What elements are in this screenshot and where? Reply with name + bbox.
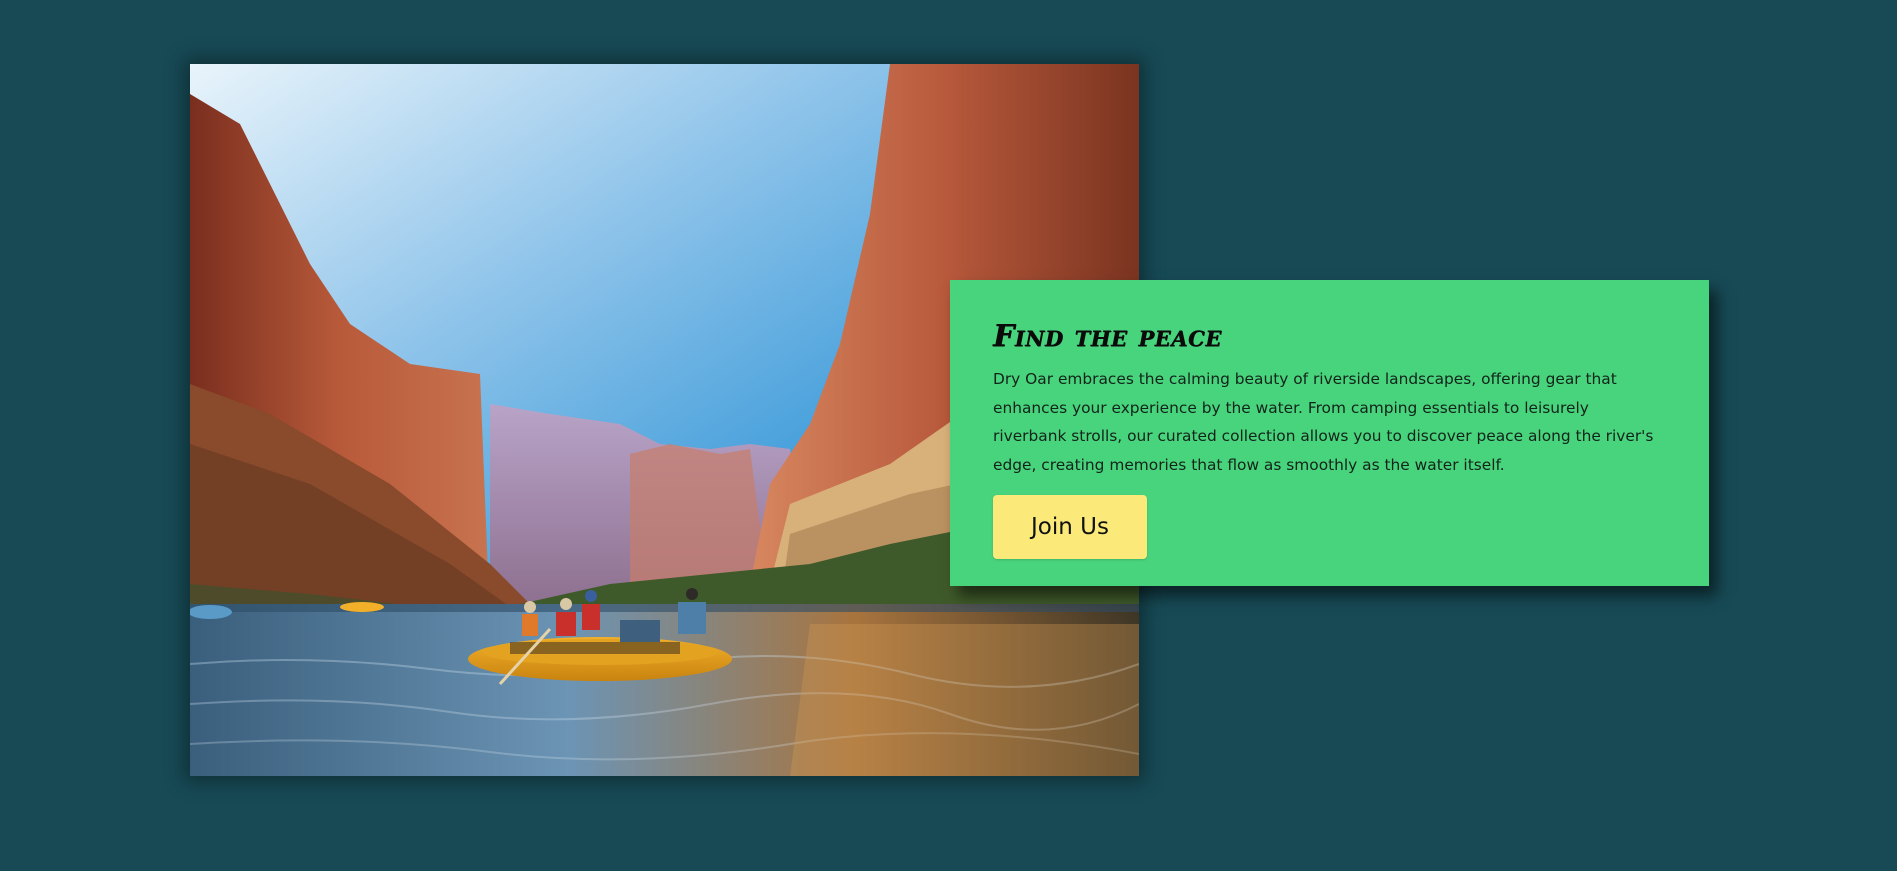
join-us-button[interactable]: Join Us bbox=[993, 495, 1147, 559]
card-title: Find the peace bbox=[993, 319, 1222, 354]
content-card: Find the peace Dry Oar embraces the calm… bbox=[950, 280, 1709, 586]
card-description: Dry Oar embraces the calming beauty of r… bbox=[993, 370, 1654, 474]
